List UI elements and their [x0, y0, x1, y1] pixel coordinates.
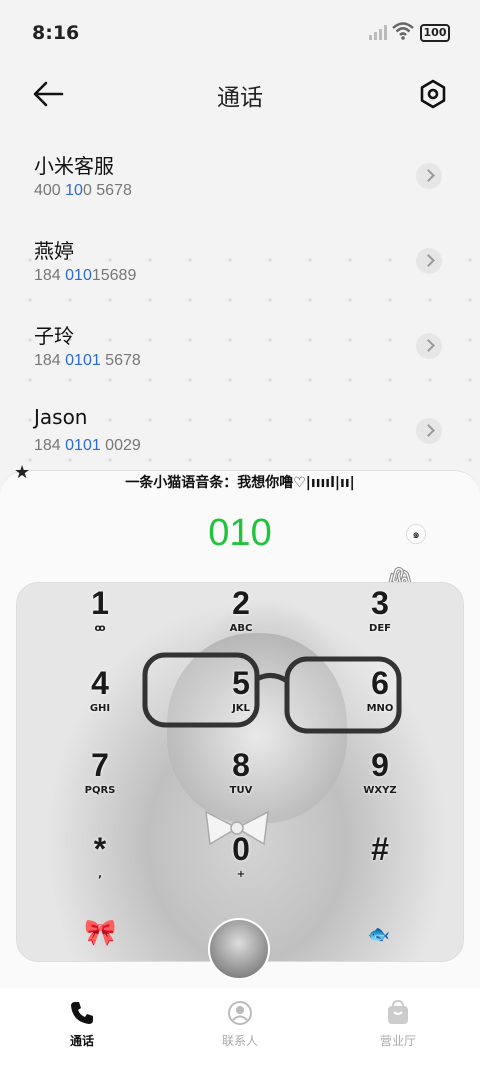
contact-number: 184 0101 5678 — [34, 352, 141, 369]
list-item[interactable]: Jason 184 0101 0029 — [0, 395, 480, 480]
contact-number: 184 0101 0029 — [34, 437, 141, 454]
key-6[interactable]: 6 MNO — [335, 665, 425, 735]
signal-icon — [369, 25, 387, 40]
key-0[interactable]: 0 + — [196, 831, 286, 901]
voice-note-banner: 一条小猫语音条：我想你噜♡|ııııl|ıı| — [125, 475, 355, 491]
contact-name: 燕婷 — [34, 239, 74, 263]
list-item[interactable]: 小米客服 400 100 5678 — [0, 140, 480, 225]
status-time: 8:16 — [32, 22, 80, 44]
key-5[interactable]: 5 JKL — [196, 665, 286, 735]
fish-icon[interactable]: 🐟 — [366, 924, 392, 950]
nav-shop[interactable]: 营业厅 — [348, 1000, 448, 1049]
key-7[interactable]: 7 PQRS — [55, 747, 145, 817]
bow-icon[interactable]: 🎀 — [84, 918, 116, 950]
key-9[interactable]: 9 WXYZ — [335, 747, 425, 817]
nav-calls[interactable]: 通话 — [32, 1000, 132, 1049]
contact-number: 184 01015689 — [34, 267, 137, 284]
key-3[interactable]: 3 DEF — [335, 585, 425, 655]
key-8[interactable]: 8 TUV — [196, 747, 286, 817]
battery-icon: 100 — [420, 24, 450, 42]
swirl-icon[interactable]: ๑ — [406, 524, 426, 544]
wifi-icon — [392, 22, 414, 40]
call-button[interactable] — [208, 918, 270, 980]
key-4[interactable]: 4 GHI — [55, 665, 145, 735]
chevron-right-icon[interactable] — [416, 248, 442, 274]
voicemail-icon: ꝏ — [94, 623, 106, 634]
chevron-right-icon[interactable] — [416, 418, 442, 444]
contact-icon — [228, 1001, 252, 1025]
key-star[interactable]: *, — [55, 831, 145, 901]
key-2[interactable]: 2 ABC — [196, 585, 286, 655]
page-title: 通话 — [217, 85, 263, 111]
chevron-right-icon[interactable] — [416, 163, 442, 189]
shop-icon — [388, 1000, 408, 1024]
status-bar: 8:16 100 — [0, 0, 480, 66]
contact-name: 小米客服 — [34, 154, 114, 178]
settings-icon[interactable] — [417, 78, 449, 110]
phone-icon — [71, 1002, 93, 1024]
contact-suggestion-list: 小米客服 400 100 5678 燕婷 184 01015689 子玲 184… — [0, 140, 480, 480]
nav-contacts[interactable]: 联系人 — [190, 1000, 290, 1049]
key-hash[interactable]: # — [335, 831, 425, 901]
contact-name: 子玲 — [34, 324, 74, 348]
app-header: 通话 — [0, 66, 480, 126]
list-item[interactable]: 燕婷 184 01015689 — [0, 225, 480, 310]
dial-pad: 1ꝏ 2 ABC 3 DEF 4 GHI 5 JKL 6 MNO 7 PQRS 8 TUV 9… — [16, 582, 464, 962]
chevron-right-icon[interactable] — [416, 333, 442, 359]
contact-name: Jason — [34, 405, 88, 429]
key-1[interactable]: 1ꝏ — [55, 585, 145, 655]
contact-number: 400 100 5678 — [34, 182, 132, 199]
bottom-nav: 通话 联系人 营业厅 — [0, 988, 480, 1067]
list-item[interactable]: 子玲 184 0101 5678 — [0, 310, 480, 395]
